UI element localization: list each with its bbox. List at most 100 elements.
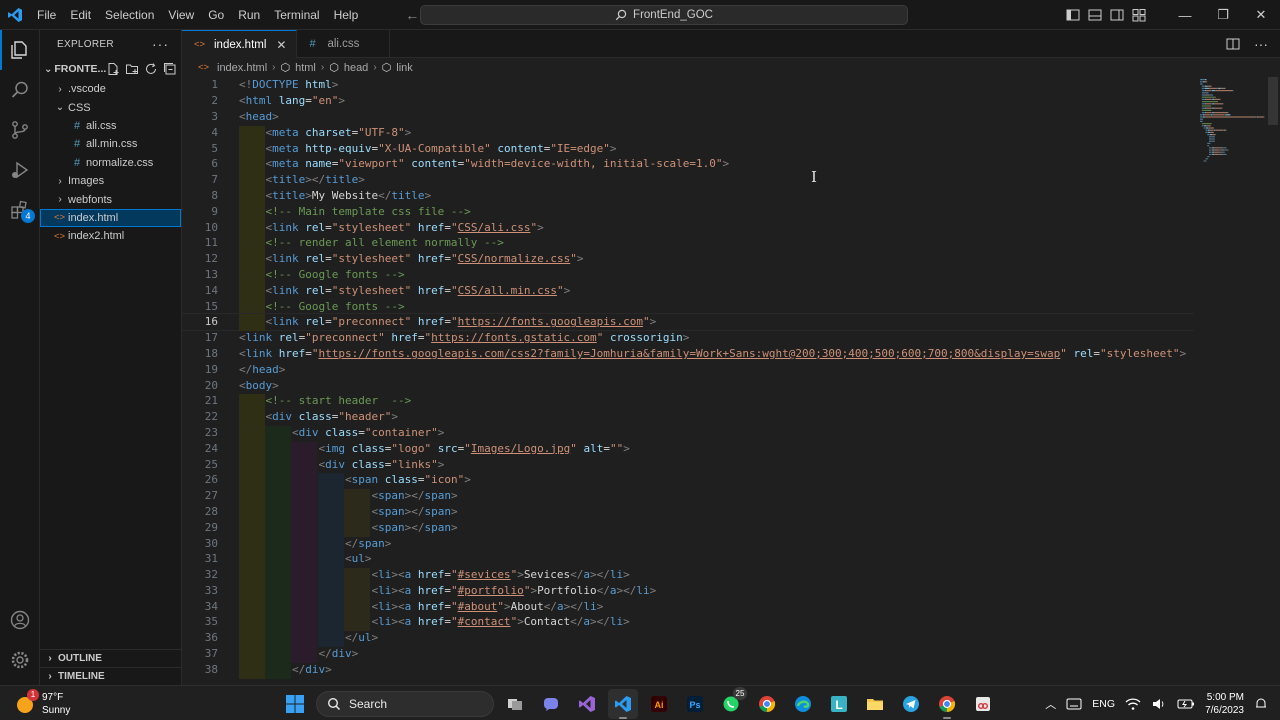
back-arrow-icon[interactable]: ← [405,7,419,23]
line-number[interactable]: 22 [182,410,218,423]
line-number[interactable]: 17 [182,331,218,344]
code-line[interactable]: 36 </ul> [182,630,1194,648]
line-number[interactable]: 28 [182,505,218,518]
notifications-icon[interactable] [1254,697,1268,711]
line-number[interactable]: 25 [182,458,218,471]
telegram-icon[interactable] [896,689,926,719]
teams-chat-icon[interactable] [536,689,566,719]
code-line[interactable]: 13 <!-- Google fonts --> [182,267,1194,284]
more-actions-icon[interactable]: ··· [152,36,169,52]
code-line[interactable]: 2 <html lang="en"> [182,93,1194,109]
new-folder-icon[interactable] [125,62,139,76]
tree-item-all-min-css[interactable]: # all.min.css [40,135,181,153]
minimap-slider[interactable] [1268,77,1278,125]
code-line[interactable]: 33 <li><a href="#portfolio">Portfolio</a… [182,583,1194,600]
extensions-icon[interactable]: 4 [0,190,40,230]
language-indicator[interactable]: ENG [1092,698,1115,710]
line-number[interactable]: 8 [182,189,218,202]
chrome-icon[interactable] [752,689,782,719]
code-line[interactable]: 29 <span></span> [182,519,1194,537]
command-center[interactable]: FrontEnd_GOC [420,5,908,25]
menu-help[interactable]: Help [327,0,366,30]
timeline-section[interactable]: › TIMELINE [40,667,182,685]
line-number[interactable]: 9 [182,205,218,218]
tree-item-ali-css[interactable]: # ali.css [40,117,181,135]
line-number[interactable]: 32 [182,568,218,581]
line-number[interactable]: 6 [182,157,218,170]
code-line[interactable]: 28 <span></span> [182,504,1194,521]
menu-terminal[interactable]: Terminal [267,0,326,30]
search-icon[interactable] [0,70,40,110]
code-line[interactable]: 38 </div> [182,661,1194,679]
code-line[interactable]: 15 <!-- Google fonts --> [182,298,1194,316]
line-number[interactable]: 19 [182,363,218,376]
line-number[interactable]: 11 [182,236,218,249]
line-number[interactable]: 29 [182,521,218,534]
code-line[interactable]: 32 <li><a href="#sevices">Sevices</a></l… [182,567,1194,584]
line-number[interactable]: 23 [182,426,218,439]
line-number[interactable]: 2 [182,94,218,107]
code-line[interactable]: 27 <span></span> [182,488,1194,505]
run-debug-icon[interactable] [0,150,40,190]
line-number[interactable]: 1 [182,78,218,91]
menu-edit[interactable]: Edit [63,0,98,30]
code-line[interactable]: 31 <ul> [182,551,1194,569]
toggle-primary-sidebar-icon[interactable] [1062,0,1084,30]
menu-run[interactable]: Run [231,0,267,30]
source-control-icon[interactable] [0,110,40,150]
code-line[interactable]: 9 <!-- Main template css file --> [182,203,1194,221]
line-number[interactable]: 14 [182,284,218,297]
tree-item-index2-html[interactable]: <> index2.html [40,227,181,245]
code-line[interactable]: 1 <!DOCTYPE html> [182,77,1194,93]
clock[interactable]: 5:00 PM 7/6/2023 [1205,691,1244,717]
toggle-panel-icon[interactable] [1084,0,1106,30]
whatsapp-icon[interactable]: 25 [716,686,747,719]
code-line[interactable]: 25 <div class="links"> [182,456,1194,474]
tree-item-images[interactable]: › Images [40,172,181,190]
line-number[interactable]: 4 [182,126,218,139]
accounts-icon[interactable] [0,600,40,640]
code-line[interactable]: 34 <li><a href="#about">About</a></li> [182,598,1194,616]
outline-section[interactable]: › OUTLINE [40,649,182,667]
refresh-icon[interactable] [144,62,158,76]
code-line[interactable]: 11 <!-- render all element normally --> [182,235,1194,253]
line-number[interactable]: 13 [182,268,218,281]
edge-icon[interactable] [788,689,818,719]
wifi-icon[interactable] [1125,697,1141,711]
more-actions-icon[interactable]: ··· [1254,36,1268,52]
line-number[interactable]: 12 [182,252,218,265]
code-line[interactable]: 5 <meta http-equiv="X-UA-Compatible" con… [182,140,1194,158]
line-number[interactable]: 38 [182,663,218,676]
code-line[interactable]: 20 <body> [182,377,1194,393]
volume-icon[interactable] [1151,697,1167,711]
code-line[interactable]: 14 <link rel="stylesheet" href="CSS/all.… [182,282,1194,300]
restore-icon[interactable]: ❐ [1204,0,1242,30]
menu-selection[interactable]: Selection [98,0,161,30]
code-line[interactable]: 4 <meta charset="UTF-8"> [182,124,1194,142]
code-line[interactable]: 6 <meta name="viewport" content="width=d… [182,156,1194,174]
taskbar-search-input[interactable]: Search [316,690,494,717]
menu-file[interactable]: File [30,0,63,30]
line-number[interactable]: 34 [182,600,218,613]
minimize-icon[interactable]: — [1166,0,1204,30]
code-editor[interactable]: 1 <!DOCTYPE html> 2 <html lang="en"> 3 <head>… [182,77,1194,685]
line-number[interactable]: 31 [182,552,218,565]
breadcrumb-file[interactable]: index.html [217,62,267,74]
l-app-icon[interactable]: L [824,689,854,719]
breadcrumb-link[interactable]: link [396,62,413,74]
code-line[interactable]: 10 <link rel="stylesheet" href="CSS/ali.… [182,219,1194,237]
code-line[interactable]: 22 <div class="header"> [182,409,1194,426]
code-line[interactable]: 8 <title>My Website</title> [182,188,1194,205]
menu-go[interactable]: Go [201,0,231,30]
visual-studio-icon[interactable] [572,689,602,719]
split-editor-icon[interactable] [1226,37,1240,51]
workspace-folder[interactable]: ⌄ FRONTE... [40,58,181,80]
tree-item-index-html[interactable]: <> index.html [40,208,181,228]
line-number[interactable]: 27 [182,489,218,502]
line-number[interactable]: 16 [182,315,218,328]
minimap[interactable] [1194,77,1280,685]
vscode-taskbar-icon[interactable] [608,688,638,719]
breadcrumb-html[interactable]: html [295,62,316,74]
photoshop-icon[interactable]: Ps [680,689,710,719]
line-number[interactable]: 7 [182,173,218,186]
